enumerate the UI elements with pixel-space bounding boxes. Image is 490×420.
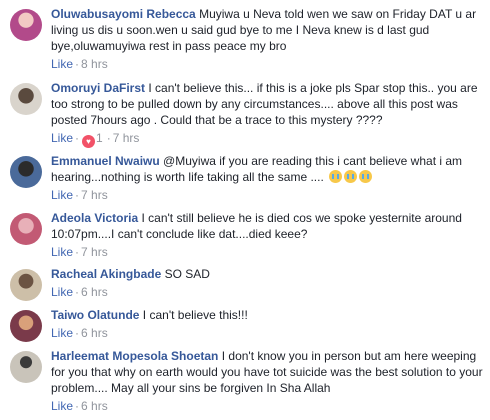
comment-text: Emmanuel Nwaiwu @Muyiwa if you are readi… xyxy=(51,153,484,185)
timestamp[interactable]: 6 hrs xyxy=(81,399,108,413)
separator: · xyxy=(75,245,80,259)
comment-text: Adeola Victoria I can't still believe he… xyxy=(51,210,484,242)
timestamp[interactable]: 8 hrs xyxy=(81,57,108,71)
like-link[interactable]: Like xyxy=(51,285,73,299)
commenter-name[interactable]: Taiwo Olatunde xyxy=(51,308,139,322)
avatar[interactable] xyxy=(10,269,42,301)
reaction-count[interactable]: 1 xyxy=(96,131,103,145)
crying-emoji-icon xyxy=(359,170,373,183)
timestamp[interactable]: 6 hrs xyxy=(81,285,108,299)
commenter-name[interactable]: Racheal Akingbade xyxy=(51,267,161,281)
comment-meta: Like · 8 hrs xyxy=(51,56,484,72)
crying-emoji-icon xyxy=(344,170,358,183)
avatar[interactable] xyxy=(10,310,42,342)
separator: · xyxy=(75,399,80,413)
like-link[interactable]: Like xyxy=(51,188,73,202)
avatar[interactable] xyxy=(10,351,42,383)
commenter-name[interactable]: Emmanuel Nwaiwu xyxy=(51,154,160,168)
like-link[interactable]: Like xyxy=(51,399,73,413)
timestamp[interactable]: 7 hrs xyxy=(81,188,108,202)
separator: · xyxy=(75,188,80,202)
avatar[interactable] xyxy=(10,83,42,115)
comment-meta: Like · 6 hrs xyxy=(51,284,484,300)
like-link[interactable]: Like xyxy=(51,245,73,259)
comment-meta: Like · 6 hrs xyxy=(51,398,484,414)
comment-text: Harleemat Mopesola Shoetan I don't know … xyxy=(51,348,484,396)
comment-text: Omoruyi DaFirst I can't believe this... … xyxy=(51,80,484,128)
separator: · xyxy=(106,131,111,145)
comment-text: Racheal Akingbade SO SAD xyxy=(51,266,484,282)
commenter-name[interactable]: Adeola Victoria xyxy=(51,211,138,225)
comment-meta: Like · 7 hrs xyxy=(51,244,484,260)
comment-text: Oluwabusayomi Rebecca Muyiwa u Neva told… xyxy=(51,6,484,54)
heart-icon[interactable]: ♥ xyxy=(82,135,96,148)
separator: · xyxy=(75,285,80,299)
avatar[interactable] xyxy=(10,9,42,41)
separator: · xyxy=(75,131,80,145)
timestamp[interactable]: 6 hrs xyxy=(81,326,108,340)
commenter-name[interactable]: Omoruyi DaFirst xyxy=(51,81,145,95)
like-link[interactable]: Like xyxy=(51,57,73,71)
comment-text: Taiwo Olatunde I can't believe this!!! xyxy=(51,307,484,323)
commenter-name[interactable]: Harleemat Mopesola Shoetan xyxy=(51,349,218,363)
crying-emoji-icon xyxy=(329,170,343,183)
avatar[interactable] xyxy=(10,156,42,188)
timestamp[interactable]: 7 hrs xyxy=(81,245,108,259)
separator: · xyxy=(75,57,80,71)
comment-meta: Like · 7 hrs xyxy=(51,187,484,203)
like-link[interactable]: Like xyxy=(51,326,73,340)
comment-message: I can't believe this!!! xyxy=(142,308,248,322)
commenter-name[interactable]: Oluwabusayomi Rebecca xyxy=(51,7,196,21)
like-link[interactable]: Like xyxy=(51,131,73,145)
comment-meta: Like · ♥ 1 · 7 hrs xyxy=(51,130,484,148)
avatar[interactable] xyxy=(10,213,42,245)
separator: · xyxy=(75,326,80,340)
comment-message: SO SAD xyxy=(164,267,210,281)
comment-meta: Like · 6 hrs xyxy=(51,325,484,341)
timestamp[interactable]: 7 hrs xyxy=(113,131,140,145)
